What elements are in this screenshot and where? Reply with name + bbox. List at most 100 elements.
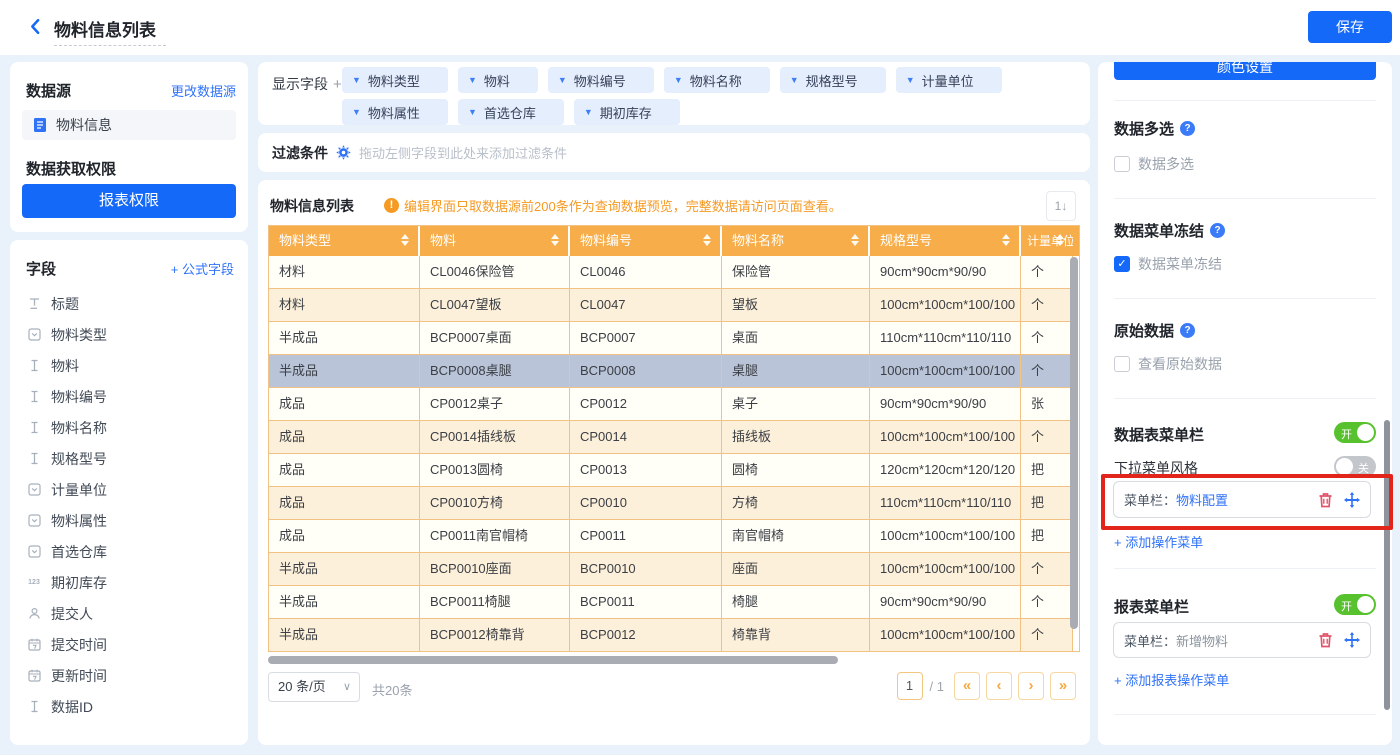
prev-page-button[interactable]: ‹ [986,672,1012,700]
table-cell[interactable]: 个 [1021,256,1073,289]
field-item[interactable]: 提交人 [10,598,248,629]
table-cell[interactable]: CL0047 [570,289,722,322]
table-cell[interactable]: BCP0012 [570,619,722,652]
table-cell[interactable]: 插线板 [722,421,870,454]
add-formula-field-link[interactable]: + 公式字段 [171,259,234,278]
table-cell[interactable]: 个 [1021,553,1073,586]
sort-order-icon[interactable]: 1↓ [1046,191,1076,221]
field-item[interactable]: 物料类型 [10,319,248,350]
save-button[interactable]: 保存 [1308,11,1392,43]
table-row[interactable]: 半成品BCP0010座面BCP0010座面100cm*100cm*100/100… [269,553,1073,586]
table-cell[interactable]: 90cm*90cm*90/90 [870,586,1021,619]
report-menu-item[interactable]: 菜单栏： 新增物料 [1113,622,1371,658]
table-cell[interactable]: 个 [1021,289,1073,322]
table-cell[interactable]: 成品 [269,388,420,421]
display-field-chip[interactable]: ▼首选仓库 [458,99,564,125]
table-horizontal-scrollbar[interactable] [268,656,838,664]
table-cell[interactable]: 半成品 [269,553,420,586]
table-cell[interactable]: CP0011 [570,520,722,553]
table-cell[interactable]: 望板 [722,289,870,322]
table-cell[interactable]: 个 [1021,586,1073,619]
help-icon[interactable]: ? [1210,223,1225,238]
table-vertical-scrollbar[interactable] [1070,257,1078,629]
table-cell[interactable]: CP0013 [570,454,722,487]
multi-select-checkbox[interactable]: ✓ 数据多选 [1114,154,1194,174]
add-operation-menu-link[interactable]: + 添加操作菜单 [1114,532,1203,551]
move-icon[interactable] [1344,632,1360,648]
table-cell[interactable]: CP0013圆椅 [420,454,570,487]
last-page-button[interactable]: » [1050,672,1076,700]
field-item[interactable]: 计量单位 [10,474,248,505]
table-cell[interactable]: 半成品 [269,619,420,652]
field-item[interactable]: 数据ID [10,691,248,722]
menu-item-name[interactable]: 新增物料 [1176,631,1228,650]
table-cell[interactable]: 100cm*100cm*100/100 [870,619,1021,652]
add-display-field-icon[interactable]: + [333,76,342,93]
table-cell[interactable]: 材料 [269,256,420,289]
field-item[interactable]: 标题 [10,288,248,319]
display-field-chip[interactable]: ▼物料编号 [548,67,654,93]
field-item[interactable]: 首选仓库 [10,536,248,567]
dropdown-style-toggle[interactable]: 关 [1334,456,1376,477]
table-cell[interactable]: 个 [1021,421,1073,454]
table-cell[interactable]: 把 [1021,487,1073,520]
help-icon[interactable]: ? [1180,121,1195,136]
table-cell[interactable]: 90cm*90cm*90/90 [870,256,1021,289]
delete-icon[interactable] [1318,632,1333,648]
table-row[interactable]: 成品CP0012桌子CP0012桌子90cm*90cm*90/90张 [269,388,1073,421]
add-report-menu-link[interactable]: + 添加报表操作菜单 [1114,670,1229,689]
table-cell[interactable]: CP0011南官帽椅 [420,520,570,553]
page-size-select[interactable]: 20 条/页 ∨ [268,672,360,702]
table-row[interactable]: 成品CP0014插线板CP0014插线板100cm*100cm*100/100个 [269,421,1073,454]
column-header[interactable]: 物料名称 [722,226,870,256]
table-cell[interactable]: BCP0008桌腿 [420,355,570,388]
sort-arrows-icon[interactable] [1056,234,1064,246]
menu-freeze-checkbox[interactable]: ✓ 数据菜单冻结 [1114,254,1222,274]
table-cell[interactable]: 100cm*100cm*100/100 [870,520,1021,553]
table-cell[interactable]: 110cm*110cm*110/110 [870,322,1021,355]
table-row[interactable]: 半成品BCP0008桌腿BCP0008桌腿100cm*100cm*100/100… [269,355,1073,388]
field-item[interactable]: 提交时间 [10,629,248,660]
table-row[interactable]: 半成品BCP0011椅腿BCP0011椅腿90cm*90cm*90/90个 [269,586,1073,619]
table-cell[interactable]: BCP0010座面 [420,553,570,586]
gear-icon[interactable] [336,145,351,160]
table-cell[interactable]: 成品 [269,454,420,487]
table-cell[interactable]: CP0012 [570,388,722,421]
display-field-chip[interactable]: ▼计量单位 [896,67,1002,93]
table-cell[interactable]: CP0014插线板 [420,421,570,454]
sort-arrows-icon[interactable] [551,234,559,246]
table-cell[interactable]: BCP0008 [570,355,722,388]
table-row[interactable]: 材料CL0047望板CL0047望板100cm*100cm*100/100个 [269,289,1073,322]
table-row[interactable]: 材料CL0046保险管CL0046保险管90cm*90cm*90/90个 [269,256,1073,289]
report-permission-button[interactable]: 报表权限 [22,184,236,218]
column-header[interactable]: 物料编号 [570,226,722,256]
table-cell[interactable]: 100cm*100cm*100/100 [870,553,1021,586]
report-menu-toggle[interactable]: 开 [1334,594,1376,615]
color-settings-button[interactable]: 颜色设置 [1114,62,1376,80]
table-cell[interactable]: 材料 [269,289,420,322]
field-item[interactable]: 物料属性 [10,505,248,536]
table-cell[interactable]: 成品 [269,487,420,520]
page-number-input[interactable]: 1 [897,672,923,700]
table-cell[interactable]: 椅靠背 [722,619,870,652]
next-page-button[interactable]: › [1018,672,1044,700]
display-field-chip[interactable]: ▼物料类型 [342,67,448,93]
change-datasource-link[interactable]: 更改数据源 [171,81,236,100]
table-cell[interactable]: 桌腿 [722,355,870,388]
table-cell[interactable]: 100cm*100cm*100/100 [870,289,1021,322]
table-cell[interactable]: BCP0012椅靠背 [420,619,570,652]
table-row[interactable]: 成品CP0011南官帽椅CP0011南官帽椅100cm*100cm*100/10… [269,520,1073,553]
table-cell[interactable]: 把 [1021,454,1073,487]
table-cell[interactable]: 桌面 [722,322,870,355]
table-cell[interactable]: 110cm*110cm*110/110 [870,487,1021,520]
field-item[interactable]: 规格型号 [10,443,248,474]
settings-scrollbar[interactable] [1384,420,1390,710]
sort-arrows-icon[interactable] [851,234,859,246]
sort-arrows-icon[interactable] [703,234,711,246]
datasource-item[interactable]: 物料信息 [22,110,236,140]
raw-data-checkbox[interactable]: ✓ 查看原始数据 [1114,354,1222,374]
display-field-chip[interactable]: ▼物料名称 [664,67,770,93]
field-item[interactable]: 物料 [10,350,248,381]
table-cell[interactable]: 桌子 [722,388,870,421]
table-cell[interactable]: 南官帽椅 [722,520,870,553]
